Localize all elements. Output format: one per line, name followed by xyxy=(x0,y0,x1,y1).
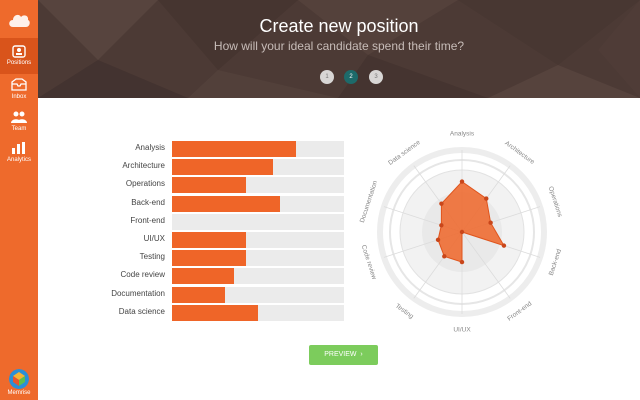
skill-slider[interactable] xyxy=(172,159,344,176)
skill-bar-fill[interactable] xyxy=(172,286,226,303)
sidebar-item-positions[interactable]: Positions xyxy=(0,38,38,74)
step-1-indicator[interactable]: 1 xyxy=(320,70,334,84)
skill-label: Back-end xyxy=(131,197,165,207)
radar-axis-label: Code review xyxy=(360,244,378,281)
skill-label: Architecture xyxy=(122,161,165,171)
skill-row-back-end: Back-end xyxy=(0,195,345,213)
chevron-right-icon: › xyxy=(358,351,363,358)
page-header: Create new position How will your ideal … xyxy=(38,0,640,98)
skill-slider[interactable] xyxy=(172,232,344,248)
skill-row-ui-ux: UI/UX xyxy=(0,231,345,249)
skill-row-front-end: Front-end xyxy=(0,213,345,231)
radar-point xyxy=(459,229,465,235)
skill-label: Testing xyxy=(139,252,165,262)
inbox-icon xyxy=(11,78,27,91)
step-2-indicator[interactable]: 2 xyxy=(344,70,358,84)
radar-axis-label: Testing xyxy=(394,303,415,321)
skill-label: Data science xyxy=(118,306,165,316)
skill-slider[interactable] xyxy=(172,213,344,230)
skill-slider[interactable] xyxy=(172,195,344,212)
positions-icon xyxy=(12,45,26,58)
skills-radar-chart: AnalysisArchitectureOperationsBack-endFr… xyxy=(359,131,564,334)
skill-slider[interactable] xyxy=(172,177,344,194)
skill-label: UI/UX xyxy=(143,234,165,243)
skill-label: Front-end xyxy=(130,215,165,225)
radar-point xyxy=(459,259,465,265)
skill-bar-fill[interactable] xyxy=(172,141,296,157)
skill-row-documentation: Documentation xyxy=(0,286,345,304)
skill-label: Operations xyxy=(125,179,165,189)
radar-point xyxy=(488,220,493,225)
radar-point xyxy=(459,179,465,184)
skill-row-testing: Testing xyxy=(0,249,345,267)
skill-bar-fill[interactable] xyxy=(172,232,246,248)
skill-row-analysis: Analysis xyxy=(0,140,345,158)
skill-bar-fill[interactable] xyxy=(172,304,258,321)
skill-slider[interactable] xyxy=(172,286,344,303)
skill-bar-fill[interactable] xyxy=(172,159,274,176)
skill-row-architecture: Architecture xyxy=(0,158,345,176)
radar-axis-label: Operations xyxy=(547,186,564,219)
skill-slider[interactable] xyxy=(172,268,344,285)
radar-axis-label: UI/UX xyxy=(453,327,471,334)
sidebar-item-label: Team xyxy=(11,126,27,132)
sidebar-item-label: Positions xyxy=(6,60,32,66)
radar-point xyxy=(435,237,441,242)
skill-bar-fill[interactable] xyxy=(172,250,246,267)
account-label: Memrise xyxy=(7,390,31,396)
page-subtitle: How will your ideal candidate spend thei… xyxy=(213,39,465,53)
skill-row-operations: Operations xyxy=(0,176,345,194)
team-icon xyxy=(11,111,27,123)
skill-row-code-review: Code review xyxy=(0,267,345,285)
skill-bar-fill[interactable] xyxy=(172,195,281,212)
sidebar-item-label: Inbox xyxy=(11,94,27,100)
skill-label: Documentation xyxy=(111,288,165,298)
page-title: Create new position xyxy=(259,16,419,36)
skill-label: Code review xyxy=(120,270,165,280)
step-3-indicator[interactable]: 3 xyxy=(369,70,383,84)
cloud-logo-icon[interactable] xyxy=(7,9,31,29)
radar-point xyxy=(439,201,444,206)
skill-bar-fill[interactable] xyxy=(172,177,246,194)
radar-point xyxy=(439,223,444,228)
skill-row-data-science: Data science xyxy=(0,304,345,322)
radar-axis-label: Documentation xyxy=(359,180,379,224)
preview-label: PREVIEW xyxy=(324,351,357,358)
radar-axis-label: Analysis xyxy=(450,131,475,138)
account-switcher[interactable]: Memrise xyxy=(0,366,38,400)
radar-point xyxy=(501,243,507,248)
skill-slider[interactable] xyxy=(172,141,344,157)
radar-axis-label: Front-end xyxy=(506,300,533,322)
sidebar-item-inbox[interactable]: Inbox xyxy=(0,72,38,108)
radar-point xyxy=(442,254,447,259)
skill-label: Analysis xyxy=(135,143,165,152)
memrise-avatar xyxy=(9,369,29,389)
radar-point xyxy=(484,196,489,201)
preview-button[interactable]: PREVIEW › xyxy=(309,345,378,365)
skill-slider[interactable] xyxy=(172,304,344,321)
radar-axis-label: Back-end xyxy=(548,248,563,277)
skill-bar-fill[interactable] xyxy=(172,268,234,285)
skill-slider[interactable] xyxy=(172,250,344,267)
